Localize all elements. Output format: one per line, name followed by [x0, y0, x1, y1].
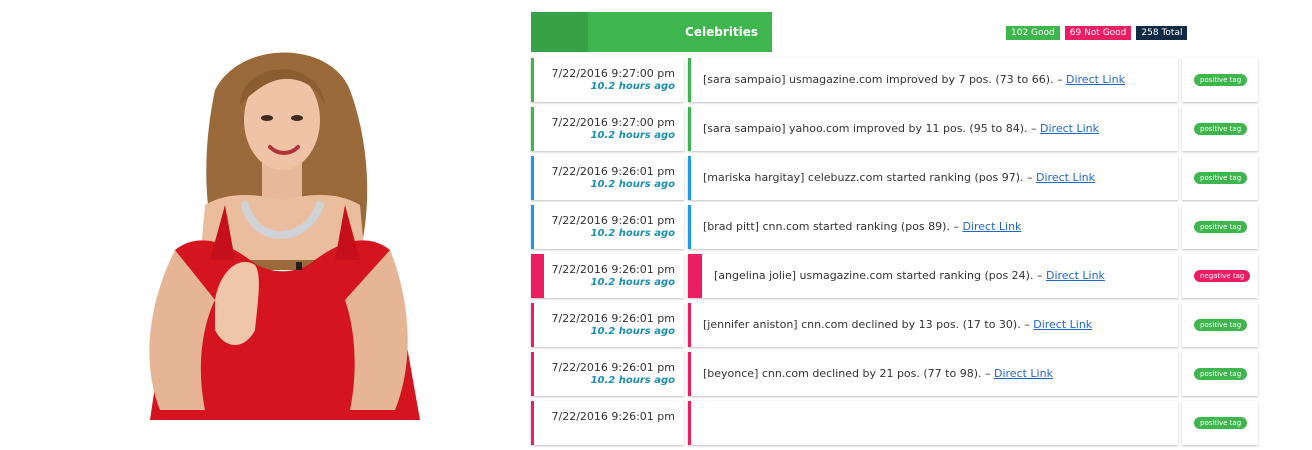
alert-row: 7/22/2016 9:26:01 pm 10.2 hours ago [jen… — [531, 303, 1260, 347]
category-title: Celebrities — [685, 25, 758, 39]
time-cell: 7/22/2016 9:26:01 pm 10.2 hours ago — [531, 352, 684, 396]
timestamp: 7/22/2016 9:26:01 pm — [551, 410, 676, 423]
tag-cell: positive tag — [1182, 205, 1258, 249]
category-header-accent — [531, 12, 588, 52]
message-cell: [brad pitt] cnn.com started ranking (pos… — [688, 205, 1178, 249]
alert-message: [angelina jolie] usmagazine.com started … — [714, 269, 1043, 282]
alert-row: 7/22/2016 9:26:01 pm 10.2 hours ago [mar… — [531, 156, 1260, 200]
timestamp: 7/22/2016 9:26:01 pm — [551, 361, 676, 374]
timestamp: 7/22/2016 9:26:01 pm — [551, 214, 676, 227]
message-cell: [angelina jolie] usmagazine.com started … — [688, 254, 1178, 298]
message-cell: [sara sampaio] usmagazine.com improved b… — [688, 58, 1178, 102]
message-cell: [sara sampaio] yahoo.com improved by 11 … — [688, 107, 1178, 151]
total-count-badge[interactable]: 258 Total — [1136, 26, 1188, 40]
message-cell: [jennifer aniston] cnn.com declined by 1… — [688, 303, 1178, 347]
timestamp: 7/22/2016 9:27:00 pm — [551, 116, 676, 129]
tag-cell: positive tag — [1182, 303, 1258, 347]
positive-tag[interactable]: positive tag — [1194, 74, 1248, 86]
presenter-photo — [0, 0, 520, 420]
alert-message: [sara sampaio] usmagazine.com improved b… — [703, 73, 1063, 86]
direct-link[interactable]: Direct Link — [1033, 318, 1092, 331]
tag-cell: positive tag — [1182, 352, 1258, 396]
alert-message: [mariska hargitay] celebuzz.com started … — [703, 171, 1033, 184]
alert-row: 7/22/2016 9:27:00 pm 10.2 hours ago [sar… — [531, 107, 1260, 151]
tag-cell: positive tag — [1182, 401, 1258, 445]
direct-link[interactable]: Direct Link — [1040, 122, 1099, 135]
timestamp: 7/22/2016 9:26:01 pm — [551, 263, 676, 276]
relative-time: 10.2 hours ago — [590, 179, 675, 190]
positive-tag[interactable]: positive tag — [1194, 172, 1248, 184]
summary-badges: 102 Good 69 Not Good 258 Total — [1006, 26, 1188, 40]
negative-tag[interactable]: negative tag — [1194, 270, 1251, 282]
presenter-illustration — [0, 0, 520, 420]
tag-cell: positive tag — [1182, 58, 1258, 102]
direct-link[interactable]: Direct Link — [994, 367, 1053, 380]
alert-message: [beyonce] cnn.com declined by 21 pos. (7… — [703, 367, 991, 380]
timestamp: 7/22/2016 9:27:00 pm — [551, 67, 676, 80]
positive-tag[interactable]: positive tag — [1194, 319, 1248, 331]
category-header[interactable]: Celebrities — [531, 12, 772, 52]
message-cell — [688, 401, 1178, 445]
time-cell: 7/22/2016 9:27:00 pm 10.2 hours ago — [531, 107, 684, 151]
relative-time: 10.2 hours ago — [590, 130, 675, 141]
positive-tag[interactable]: positive tag — [1194, 123, 1248, 135]
alert-message: [brad pitt] cnn.com started ranking (pos… — [703, 220, 959, 233]
alert-row: 7/22/2016 9:27:00 pm 10.2 hours ago [sar… — [531, 58, 1260, 102]
relative-time: 10.2 hours ago — [590, 326, 675, 337]
relative-time: 10.2 hours ago — [590, 81, 675, 92]
relative-time: 10.2 hours ago — [590, 228, 675, 239]
relative-time: 10.2 hours ago — [590, 375, 675, 386]
direct-link[interactable]: Direct Link — [1036, 171, 1095, 184]
alert-row: 7/22/2016 9:26:01 pm 10.2 hours ago [bra… — [531, 205, 1260, 249]
alert-message: [jennifer aniston] cnn.com declined by 1… — [703, 318, 1030, 331]
time-cell: 7/22/2016 9:26:01 pm 10.2 hours ago — [531, 156, 684, 200]
tag-cell: positive tag — [1182, 107, 1258, 151]
relative-time: 10.2 hours ago — [590, 277, 675, 288]
message-cell: [mariska hargitay] celebuzz.com started … — [688, 156, 1178, 200]
alert-row: 7/22/2016 9:26:01 pm positive tag — [531, 401, 1260, 445]
not-good-count-badge[interactable]: 69 Not Good — [1064, 26, 1132, 40]
alert-row: 7/22/2016 9:26:01 pm 10.2 hours ago [bey… — [531, 352, 1260, 396]
positive-tag[interactable]: positive tag — [1194, 221, 1248, 233]
tag-cell: negative tag — [1182, 254, 1258, 298]
direct-link[interactable]: Direct Link — [1046, 269, 1105, 282]
positive-tag[interactable]: positive tag — [1194, 368, 1248, 380]
time-cell: 7/22/2016 9:26:01 pm 10.2 hours ago — [531, 254, 684, 298]
alert-row: 7/22/2016 9:26:01 pm 10.2 hours ago [ang… — [531, 254, 1260, 298]
time-cell: 7/22/2016 9:26:01 pm — [531, 401, 684, 445]
message-cell: [beyonce] cnn.com declined by 21 pos. (7… — [688, 352, 1178, 396]
positive-tag[interactable]: positive tag — [1194, 417, 1248, 429]
alert-message: [sara sampaio] yahoo.com improved by 11 … — [703, 122, 1037, 135]
alert-list: 7/22/2016 9:27:00 pm 10.2 hours ago [sar… — [531, 58, 1260, 450]
time-cell: 7/22/2016 9:27:00 pm 10.2 hours ago — [531, 58, 684, 102]
timestamp: 7/22/2016 9:26:01 pm — [551, 165, 676, 178]
time-cell: 7/22/2016 9:26:01 pm 10.2 hours ago — [531, 205, 684, 249]
timestamp: 7/22/2016 9:26:01 pm — [551, 312, 676, 325]
tag-cell: positive tag — [1182, 156, 1258, 200]
direct-link[interactable]: Direct Link — [1066, 73, 1125, 86]
direct-link[interactable]: Direct Link — [962, 220, 1021, 233]
time-cell: 7/22/2016 9:26:01 pm 10.2 hours ago — [531, 303, 684, 347]
good-count-badge[interactable]: 102 Good — [1006, 26, 1060, 40]
